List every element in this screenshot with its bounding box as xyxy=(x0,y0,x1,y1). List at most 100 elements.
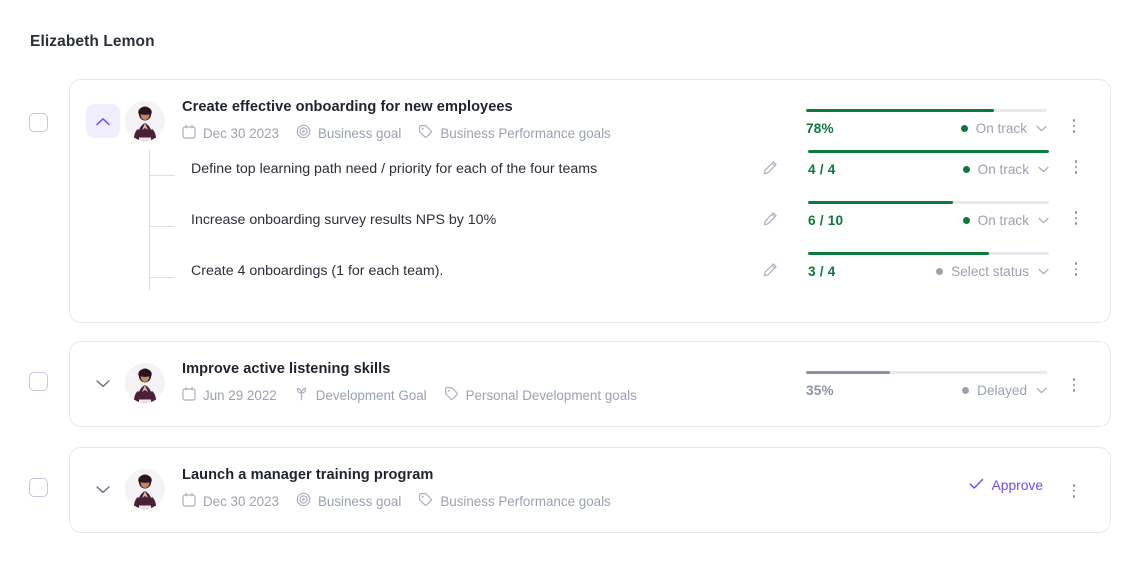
goal-more-options[interactable] xyxy=(1063,374,1085,396)
subgoal-title[interactable]: Create 4 onboardings (1 for each team). xyxy=(191,263,443,279)
goal-title[interactable]: Create effective onboarding for new empl… xyxy=(182,99,611,115)
goal-date: Jun 29 2022 xyxy=(182,386,277,404)
progress-value: 4 / 4 xyxy=(808,162,836,177)
tag-icon xyxy=(418,124,440,142)
target-icon xyxy=(296,492,318,510)
avatar xyxy=(125,363,165,403)
goal-main: Improve active listening skills Jun 29 2… xyxy=(182,361,637,404)
goal-main: Launch a manager training program Dec 30… xyxy=(182,467,611,510)
calendar-icon xyxy=(182,124,203,142)
goal-expand-toggle[interactable] xyxy=(86,366,120,400)
subgoal-row: Create 4 onboardings (1 for each team). … xyxy=(70,252,1112,303)
chevron-up-icon xyxy=(96,117,110,126)
goal-select-checkbox[interactable] xyxy=(29,113,48,132)
goal-type: Business goal xyxy=(296,124,401,142)
subgoal-row: Define top learning path need / priority… xyxy=(70,150,1112,201)
progress-bar-fill xyxy=(808,252,989,255)
calendar-icon xyxy=(182,386,203,404)
progress-bar xyxy=(806,109,1047,112)
status-dot xyxy=(962,166,970,173)
goal-category: Business Performance goals xyxy=(418,124,611,142)
goal-meta: Dec 30 2023 Business goal Business Perfo… xyxy=(182,124,611,142)
approve-label: Approve xyxy=(991,478,1043,493)
pencil-icon[interactable] xyxy=(762,262,778,283)
page-title: Elizabeth Lemon xyxy=(30,33,155,50)
goal-progress-block: 78% On track xyxy=(806,109,1047,136)
subgoal-progress-block: 4 / 4 On track xyxy=(808,150,1049,177)
progress-bar xyxy=(808,201,1049,204)
approve-button[interactable]: Approve xyxy=(969,478,1043,493)
goal-more-options[interactable] xyxy=(1063,480,1085,502)
progress-bar-fill xyxy=(808,201,953,204)
goal-main: Create effective onboarding for new empl… xyxy=(182,99,611,142)
subgoal-more-options[interactable] xyxy=(1065,156,1087,178)
goal-card: Launch a manager training program Dec 30… xyxy=(69,447,1111,533)
chevron-down-icon xyxy=(1038,217,1049,224)
goal-row: Improve active listening skills Jun 29 2… xyxy=(0,341,1142,427)
status-label: On track xyxy=(977,213,1029,228)
status-label: On track xyxy=(977,162,1029,177)
goal-row: Create effective onboarding for new empl… xyxy=(0,79,1142,323)
progress-bar xyxy=(808,150,1049,153)
progress-value: 3 / 4 xyxy=(808,264,836,279)
status-dropdown[interactable]: On track xyxy=(962,162,1049,177)
goal-select-checkbox[interactable] xyxy=(29,372,48,391)
goal-date: Dec 30 2023 xyxy=(182,124,279,142)
goal-title[interactable]: Improve active listening skills xyxy=(182,361,637,377)
progress-value: 6 / 10 xyxy=(808,213,844,228)
status-dropdown[interactable]: Delayed xyxy=(962,383,1047,398)
pencil-icon[interactable] xyxy=(762,211,778,232)
avatar xyxy=(125,469,165,509)
subgoal-more-options[interactable] xyxy=(1065,207,1087,229)
status-dropdown[interactable]: Select status xyxy=(936,264,1049,279)
chevron-down-icon xyxy=(1038,166,1049,173)
goal-card: Create effective onboarding for new empl… xyxy=(69,79,1111,323)
goal-select-checkbox[interactable] xyxy=(29,478,48,497)
subgoal-title[interactable]: Define top learning path need / priority… xyxy=(191,161,597,177)
goal-more-options[interactable] xyxy=(1063,115,1085,137)
subgoal-row: Increase onboarding survey results NPS b… xyxy=(70,201,1112,252)
progress-value: 78% xyxy=(806,121,834,136)
avatar xyxy=(125,101,165,141)
goal-type: Development Goal xyxy=(294,386,427,404)
goal-date: Dec 30 2023 xyxy=(182,492,279,510)
progress-bar-fill xyxy=(806,109,994,112)
goal-meta: Jun 29 2022 Development Goal Personal De… xyxy=(182,386,637,404)
subgoal-more-options[interactable] xyxy=(1065,258,1087,280)
target-icon xyxy=(296,124,318,142)
progress-bar-fill xyxy=(808,150,1049,153)
chevron-down-icon xyxy=(1036,387,1047,394)
goal-meta: Dec 30 2023 Business goal Business Perfo… xyxy=(182,492,611,510)
progress-value: 35% xyxy=(806,383,834,398)
tag-icon xyxy=(418,492,440,510)
goal-category: Personal Development goals xyxy=(444,386,637,404)
chevron-down-icon xyxy=(96,379,110,388)
goal-card: Improve active listening skills Jun 29 2… xyxy=(69,341,1111,427)
status-label: On track xyxy=(975,121,1027,136)
goal-collapse-toggle[interactable] xyxy=(86,104,120,138)
calendar-icon xyxy=(182,492,203,510)
chevron-down-icon xyxy=(1036,125,1047,132)
tag-icon xyxy=(444,386,466,404)
sprout-icon xyxy=(294,386,316,404)
pencil-icon[interactable] xyxy=(762,160,778,181)
status-dot xyxy=(962,217,970,224)
goal-title[interactable]: Launch a manager training program xyxy=(182,467,611,483)
subgoal-progress-block: 6 / 10 On track xyxy=(808,201,1049,228)
status-dot xyxy=(960,125,968,132)
status-label: Select status xyxy=(951,264,1029,279)
goals-page: Elizabeth Lemon Create effective onboard… xyxy=(0,0,1142,568)
status-dot xyxy=(936,268,944,275)
goal-progress-block: 35% Delayed xyxy=(806,371,1047,398)
goal-type: Business goal xyxy=(296,492,401,510)
chevron-down-icon xyxy=(96,485,110,494)
goal-row: Launch a manager training program Dec 30… xyxy=(0,447,1142,533)
status-dropdown[interactable]: On track xyxy=(960,121,1047,136)
chevron-down-icon xyxy=(1038,268,1049,275)
progress-bar-fill xyxy=(806,371,891,374)
subgoal-progress-block: 3 / 4 Select status xyxy=(808,252,1049,279)
subgoal-title[interactable]: Increase onboarding survey results NPS b… xyxy=(191,212,496,228)
status-dropdown[interactable]: On track xyxy=(962,213,1049,228)
goal-expand-toggle[interactable] xyxy=(86,472,120,506)
progress-bar xyxy=(808,252,1049,255)
